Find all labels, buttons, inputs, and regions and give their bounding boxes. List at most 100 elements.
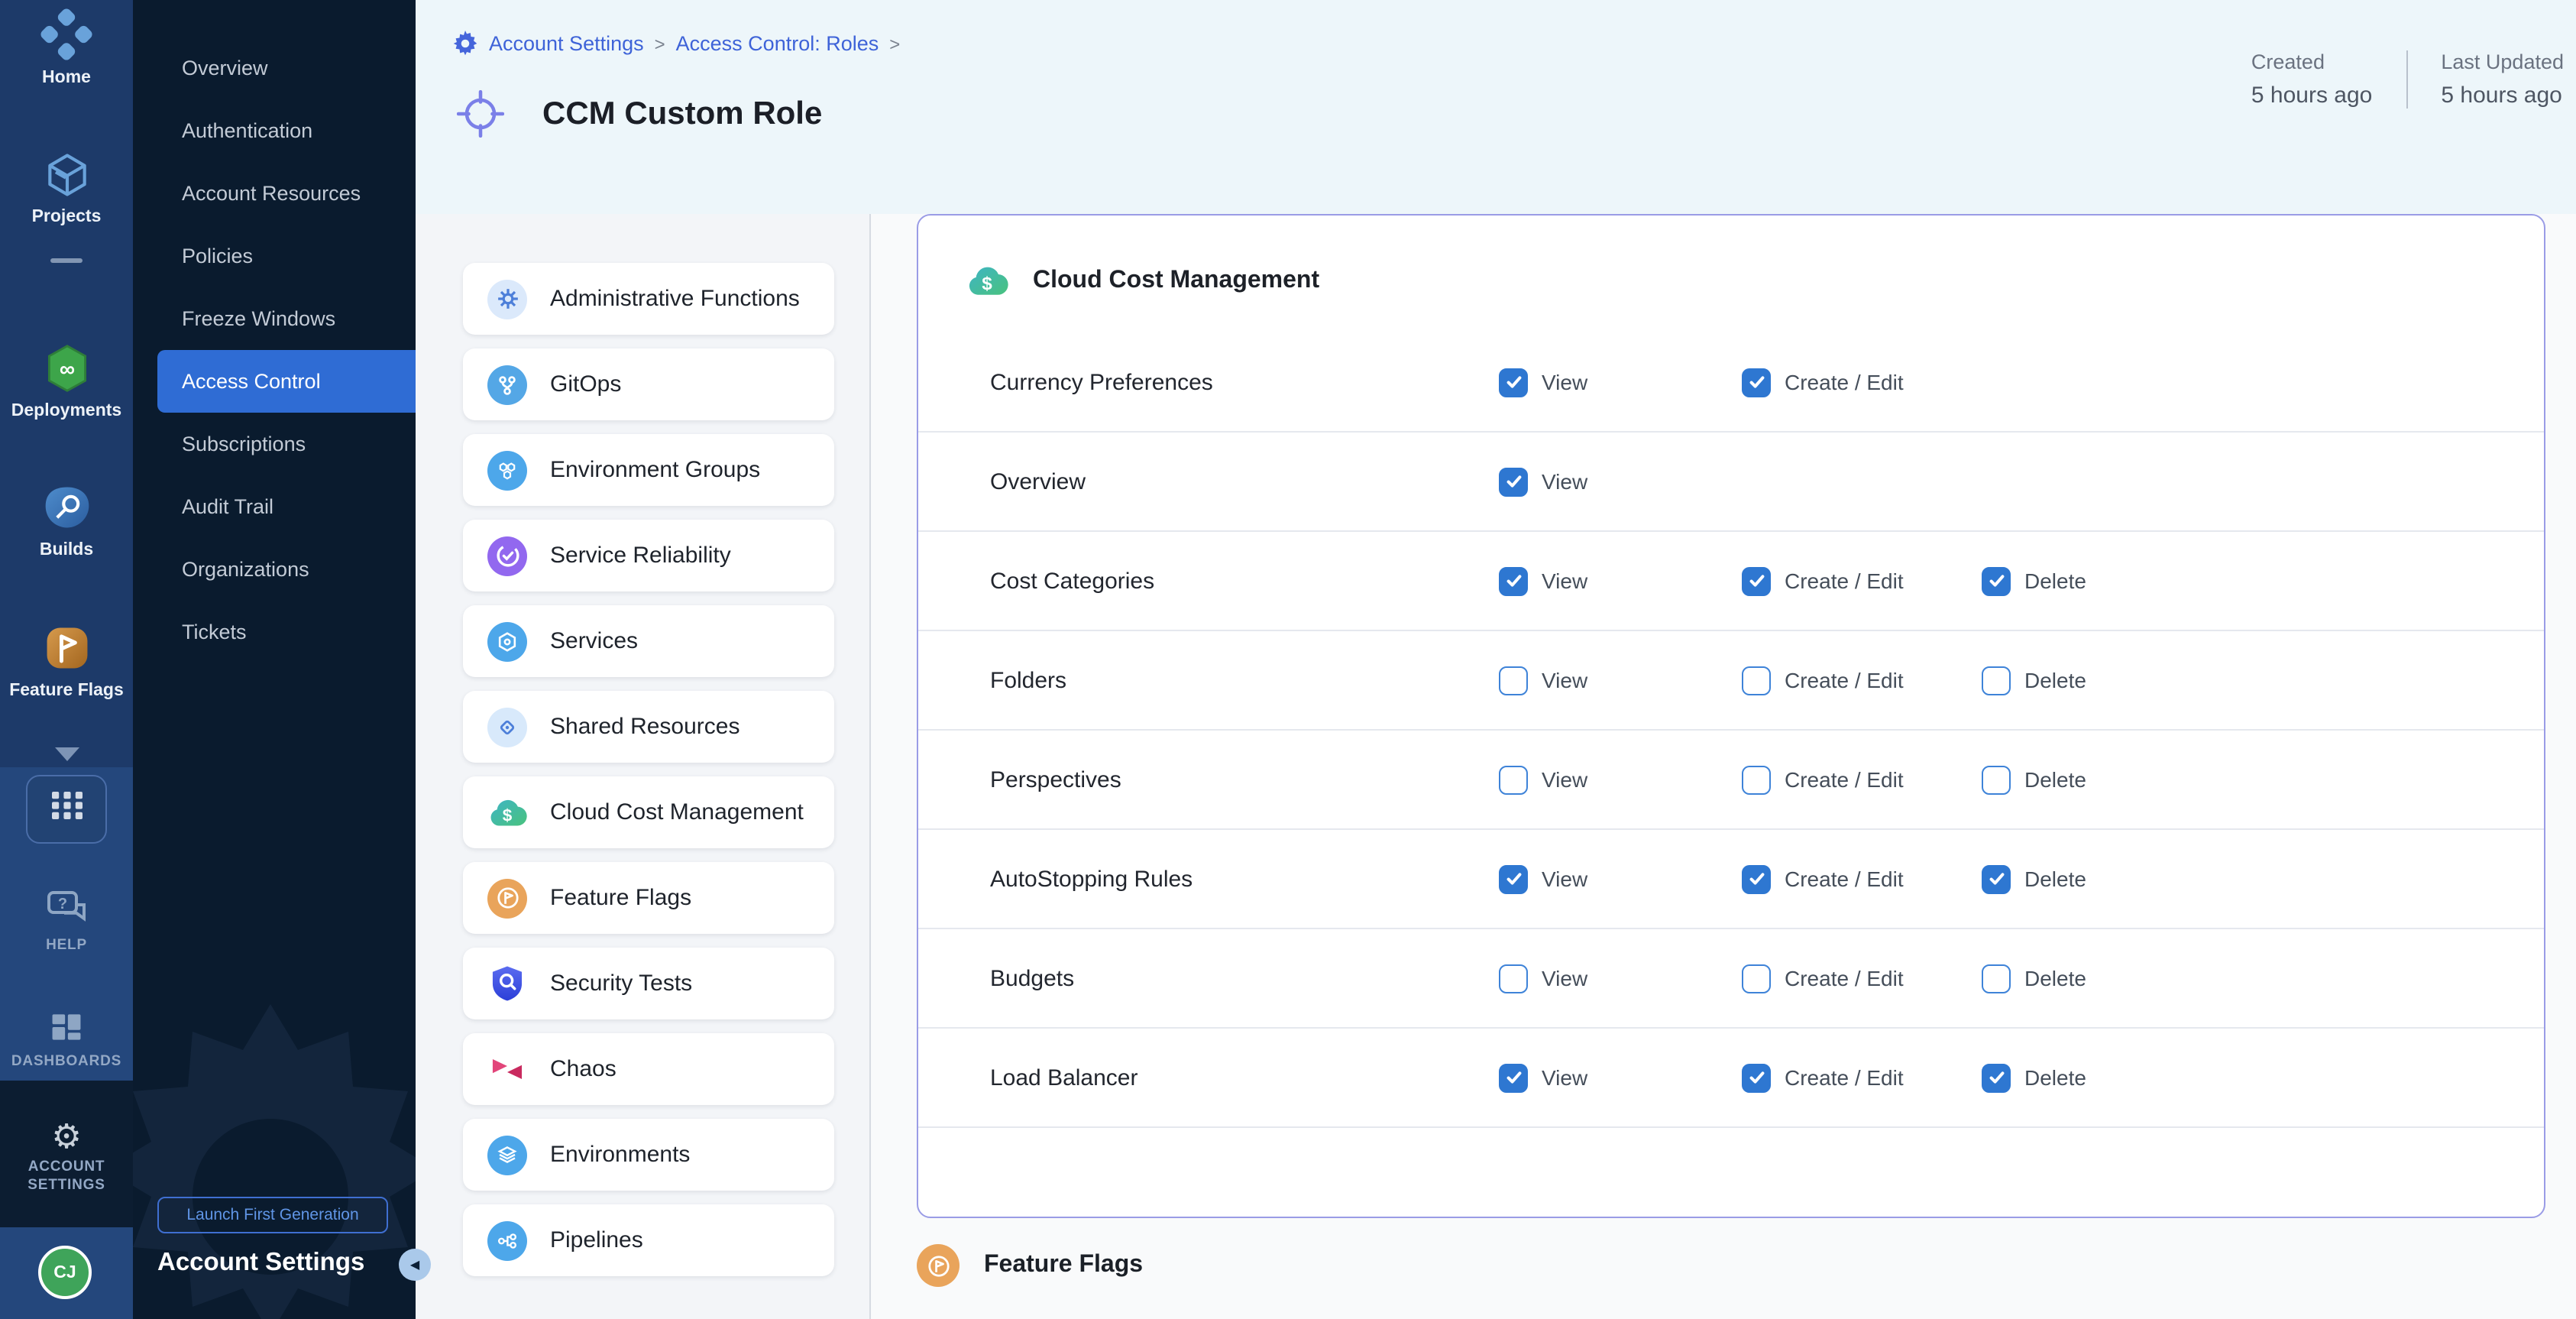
nav-item-freeze-windows[interactable]: Freeze Windows — [157, 287, 416, 350]
dashboard-grid-icon — [47, 1026, 86, 1052]
resource-card-gitops[interactable]: GitOps — [463, 348, 834, 420]
sidebar-item-projects[interactable]: Projects — [0, 148, 133, 226]
checkbox-cost-categories-create-edit[interactable] — [1742, 566, 1771, 595]
sidebar-divider — [50, 258, 83, 263]
checkbox-autostopping-rules-create-edit[interactable] — [1742, 864, 1771, 893]
nav-item-tickets[interactable]: Tickets — [157, 601, 416, 663]
chat-question-icon: ? — [44, 909, 89, 935]
permission-cell: View — [1499, 467, 1742, 496]
svg-text:∞: ∞ — [59, 357, 74, 381]
permission-cell: Delete — [1982, 964, 2257, 993]
settings-gear-icon — [452, 31, 478, 57]
resource-card-administrative-functions[interactable]: Administrative Functions — [463, 263, 834, 335]
permission-row-currency-preferences: Currency PreferencesViewCreate / Edit — [918, 333, 2544, 433]
nav-item-policies[interactable]: Policies — [157, 225, 416, 287]
resource-card-security-tests[interactable]: Security Tests — [463, 948, 834, 1019]
permission-cell: Delete — [1982, 666, 2257, 695]
checkbox-label: View — [1542, 1065, 1587, 1090]
permission-row-folders: FoldersViewCreate / EditDelete — [918, 631, 2544, 731]
checkbox-currency-preferences-create-edit[interactable] — [1742, 368, 1771, 397]
breadcrumb-separator: > — [889, 33, 900, 54]
permission-row-load-balancer: Load BalancerViewCreate / EditDelete — [918, 1029, 2544, 1128]
permission-rows: Currency PreferencesViewCreate / EditOve… — [918, 333, 2544, 1128]
checkbox-load-balancer-view[interactable] — [1499, 1063, 1528, 1092]
cd-hexagon-icon: ∞ — [40, 374, 92, 400]
sidebar-item-account-settings[interactable]: ⚙ ACCOUNT SETTINGS — [0, 1120, 133, 1195]
sidebar-label-help: HELP — [0, 937, 133, 955]
sidebar-item-builds[interactable]: Builds — [0, 481, 133, 559]
resource-card-cloud-cost-management[interactable]: $Cloud Cost Management — [463, 776, 834, 848]
sidebar-item-feature-flags[interactable]: Feature Flags — [0, 622, 133, 700]
checkbox-cost-categories-delete[interactable] — [1982, 566, 2011, 595]
nav-item-access-control[interactable]: Access Control — [157, 350, 416, 413]
checkbox-cost-categories-view[interactable] — [1499, 566, 1528, 595]
module-sidebar: Home Projects ∞ Deployments Builds Featu… — [0, 0, 133, 1319]
module-selector-button[interactable] — [26, 775, 107, 844]
checkbox-label: Create / Edit — [1785, 569, 1904, 593]
resource-card-feature-flags[interactable]: Feature Flags — [463, 862, 834, 934]
checkbox-budgets-create-edit[interactable] — [1742, 964, 1771, 993]
sidebar-label-projects: Projects — [0, 208, 133, 226]
checkbox-folders-delete[interactable] — [1982, 666, 2011, 695]
resource-card-environment-groups[interactable]: Environment Groups — [463, 434, 834, 506]
chevron-down-icon[interactable] — [55, 747, 79, 761]
resource-card-shared-resources[interactable]: Shared Resources — [463, 691, 834, 763]
permission-row-label: Budgets — [990, 965, 1499, 991]
checkbox-load-balancer-delete[interactable] — [1982, 1063, 2011, 1092]
checkbox-currency-preferences-view[interactable] — [1499, 368, 1528, 397]
ccm-section-title: Cloud Cost Management — [1033, 267, 1319, 295]
checkbox-load-balancer-create-edit[interactable] — [1742, 1063, 1771, 1092]
checkbox-label: View — [1542, 767, 1587, 792]
chaos-arrows-icon — [487, 1049, 527, 1089]
checkbox-folders-view[interactable] — [1499, 666, 1528, 695]
resource-card-label: Administrative Functions — [550, 286, 800, 312]
sidebar-item-help[interactable]: ? HELP — [0, 886, 133, 955]
checkbox-perspectives-view[interactable] — [1499, 765, 1528, 794]
gear-icon: ⚙ — [51, 1117, 81, 1155]
nav-item-overview[interactable]: Overview — [157, 37, 416, 99]
permission-row-autostopping-rules: AutoStopping RulesViewCreate / EditDelet… — [918, 830, 2544, 929]
checkbox-budgets-delete[interactable] — [1982, 964, 2011, 993]
checkbox-budgets-view[interactable] — [1499, 964, 1528, 993]
nav-item-account-resources[interactable]: Account Resources — [157, 162, 416, 225]
checkbox-perspectives-delete[interactable] — [1982, 765, 2011, 794]
resource-card-environments[interactable]: Environments — [463, 1119, 834, 1191]
checkbox-autostopping-rules-delete[interactable] — [1982, 864, 2011, 893]
permissions-detail-area: $ Cloud Cost Management Currency Prefere… — [871, 214, 2576, 1319]
nav-item-organizations[interactable]: Organizations — [157, 538, 416, 601]
nav-item-audit-trail[interactable]: Audit Trail — [157, 475, 416, 538]
sidebar-item-dashboards[interactable]: DASHBOARDS — [0, 1009, 133, 1071]
service-reliability-icon — [487, 536, 527, 575]
checkbox-autostopping-rules-view[interactable] — [1499, 864, 1528, 893]
permission-row-label: Currency Preferences — [990, 369, 1499, 395]
sidebar-collapse-button[interactable]: ◀ — [399, 1249, 431, 1281]
ccm-cloud-icon: $ — [966, 260, 1008, 303]
permission-row-label: Perspectives — [990, 766, 1499, 792]
sidebar-item-home[interactable]: Home — [0, 8, 133, 87]
breadcrumb-link-access-control-roles[interactable]: Access Control: Roles — [676, 32, 879, 55]
permission-cell: Delete — [1982, 765, 2257, 794]
resource-list: Administrative Functions GitOps Environmen… — [463, 263, 834, 1290]
avatar[interactable]: CJ — [38, 1246, 92, 1299]
svg-text:?: ? — [57, 896, 66, 912]
launch-first-generation-button[interactable]: Launch First Generation — [157, 1197, 388, 1233]
resource-card-services[interactable]: Services — [463, 605, 834, 677]
resource-card-pipelines[interactable]: Pipelines — [463, 1204, 834, 1276]
sidebar-item-deployments[interactable]: ∞ Deployments — [0, 342, 133, 420]
sidebar-label-builds: Builds — [0, 541, 133, 559]
permission-cell: Create / Edit — [1742, 864, 1982, 893]
checkbox-label: View — [1542, 569, 1587, 593]
nav-item-authentication[interactable]: Authentication — [157, 99, 416, 162]
created-label: Created — [2251, 50, 2372, 73]
checkbox-label: Delete — [2024, 668, 2086, 692]
checkbox-perspectives-create-edit[interactable] — [1742, 765, 1771, 794]
checkbox-label: Delete — [2024, 569, 2086, 593]
checkbox-overview-view[interactable] — [1499, 467, 1528, 496]
resource-card-chaos[interactable]: Chaos — [463, 1033, 834, 1105]
checkbox-label: Create / Edit — [1785, 1065, 1904, 1090]
breadcrumb-link-account-settings[interactable]: Account Settings — [489, 32, 644, 55]
nav-item-subscriptions[interactable]: Subscriptions — [157, 413, 416, 475]
sidebar-label-deployments: Deployments — [0, 402, 133, 420]
checkbox-folders-create-edit[interactable] — [1742, 666, 1771, 695]
resource-card-service-reliability[interactable]: Service Reliability — [463, 520, 834, 591]
